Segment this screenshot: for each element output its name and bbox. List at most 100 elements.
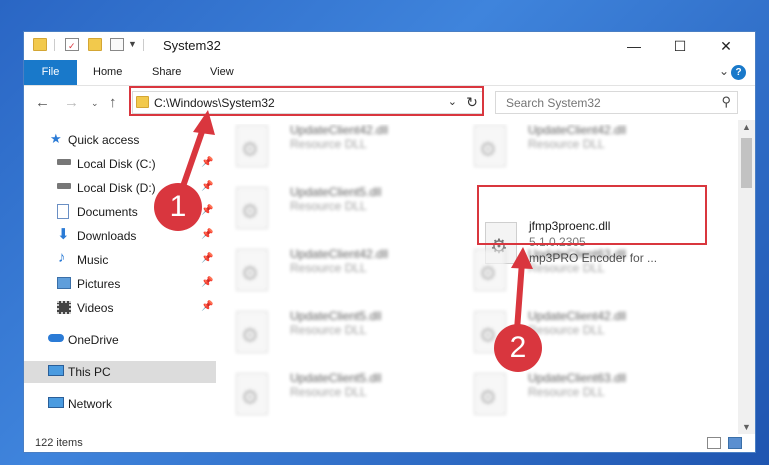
gear-icon: ⚙ [479, 387, 497, 409]
pin-icon: 📌 [201, 277, 214, 288]
sidebar-item-label: Pictures [77, 277, 121, 291]
file-description: Resource DLL [528, 323, 605, 337]
search-icon[interactable]: ⚲ [721, 94, 731, 110]
file-description: Resource DLL [290, 261, 367, 275]
dll-file-icon: ⚙ [474, 249, 506, 291]
sidebar-item-network[interactable]: Network [24, 393, 216, 415]
computer-icon [48, 365, 64, 376]
dll-file-icon: ⚙ [474, 373, 506, 415]
dll-file-icon: ⚙ [236, 373, 268, 415]
file-name: UpdateClient42.dll [528, 124, 627, 137]
dll-file-icon: ⚙ [236, 311, 268, 353]
back-button[interactable]: ← [35, 94, 50, 111]
file-item[interactable]: ⚙ UpdateClient42.dll Resource DLL [224, 124, 456, 170]
details-view-icon[interactable] [707, 437, 721, 449]
up-button[interactable]: ↑ [109, 94, 117, 111]
file-item[interactable]: ⚙ UpdateClient5.dll Resource DLL [224, 304, 456, 356]
large-icons-view-icon[interactable] [728, 437, 742, 449]
sidebar-item-this-pc[interactable]: This PC [24, 361, 216, 383]
file-name: UpdateClient63.dll [528, 247, 627, 261]
help-button[interactable]: ? [731, 65, 746, 80]
pictures-icon [57, 277, 71, 289]
drive-icon [57, 183, 71, 189]
gear-icon: ⚙ [241, 201, 259, 223]
music-icon: ♪ [58, 249, 66, 266]
file-description: Resource DLL [290, 323, 367, 337]
file-list: ⚙ UpdateClient42.dll Resource DLL ⚙ Upda… [224, 124, 734, 434]
scrollbar-thumb[interactable] [741, 138, 752, 188]
file-description: Resource DLL [528, 137, 605, 151]
properties-icon[interactable]: ✓ [65, 38, 79, 51]
sidebar-item-onedrive[interactable]: OneDrive [24, 329, 216, 351]
scroll-up-icon[interactable]: ▲ [742, 122, 751, 132]
sidebar-item-pictures[interactable]: Pictures 📌 [24, 273, 216, 295]
file-item[interactable]: ⚙ UpdateClient5.dll Resource DLL [224, 180, 456, 232]
file-item[interactable]: ⚙ UpdateClient63.dll Resource DLL [462, 242, 694, 294]
tab-home[interactable]: Home [93, 60, 122, 85]
expand-ribbon-icon[interactable]: ⌄ [719, 64, 729, 78]
tab-share[interactable]: Share [152, 60, 181, 85]
file-name: UpdateClient42.dll [528, 309, 627, 323]
file-name: UpdateClient5.dll [290, 185, 382, 199]
close-button[interactable]: ✕ [703, 32, 749, 60]
tab-view[interactable]: View [210, 60, 234, 85]
item-count: 122 items [35, 437, 83, 449]
star-icon: ★ [50, 131, 62, 146]
tab-file[interactable]: File [24, 60, 77, 85]
drive-icon [57, 159, 71, 165]
file-item[interactable]: ⚙ UpdateClient42.dll Resource DLL [462, 124, 694, 170]
pin-icon: 📌 [201, 301, 214, 312]
window-title: System32 [163, 38, 221, 53]
sidebar-item-label: Local Disk (D:) [77, 181, 156, 195]
customize-icon[interactable] [110, 38, 124, 51]
file-name: UpdateClient42.dll [290, 124, 389, 137]
scroll-down-icon[interactable]: ▼ [742, 422, 751, 432]
address-highlight-box [129, 86, 484, 116]
download-icon: ⬇ [57, 226, 70, 243]
sidebar-item-label: This PC [68, 365, 111, 379]
dll-file-icon: ⚙ [236, 249, 268, 291]
file-item[interactable]: ⚙ UpdateClient42.dll Resource DLL [224, 242, 456, 294]
sidebar-item-quick-access[interactable]: ★ Quick access [24, 129, 216, 151]
file-name: UpdateClient63.dll [528, 371, 627, 385]
gear-icon: ⚙ [479, 263, 497, 285]
documents-icon [57, 204, 69, 219]
sidebar-item-label: Local Disk (C:) [77, 157, 156, 171]
status-bar: 122 items [24, 434, 755, 452]
dll-file-icon: ⚙ [236, 125, 268, 167]
file-item[interactable]: ⚙ UpdateClient5.dll Resource DLL [224, 366, 456, 418]
forward-button[interactable]: → [64, 94, 79, 111]
sidebar-item-label: Videos [77, 301, 114, 315]
divider [54, 39, 55, 51]
title-bar: ✓ ▼ System32 — ☐ ✕ [24, 32, 755, 60]
vertical-scrollbar[interactable]: ▲ ▼ [738, 120, 755, 434]
videos-icon [57, 301, 71, 314]
sidebar-item-videos[interactable]: Videos 📌 [24, 297, 216, 319]
file-description: Resource DLL [290, 385, 367, 399]
navigation-pane: ★ Quick access Local Disk (C:) 📌 Local D… [24, 124, 216, 434]
minimize-button[interactable]: — [611, 32, 657, 60]
sidebar-item-local-disk-c[interactable]: Local Disk (C:) 📌 [24, 153, 216, 175]
maximize-button[interactable]: ☐ [657, 32, 703, 60]
gear-icon: ⚙ [479, 139, 497, 161]
sidebar-item-music[interactable]: ♪ Music 📌 [24, 249, 216, 271]
search-input[interactable] [504, 95, 708, 111]
file-description: Resource DLL [290, 137, 367, 151]
pin-icon: 📌 [201, 229, 214, 240]
pin-icon: 📌 [201, 181, 214, 192]
new-folder-icon[interactable] [88, 38, 102, 51]
file-highlight-box [477, 185, 707, 245]
sidebar-item-label: Quick access [68, 133, 140, 147]
gear-icon: ⚙ [241, 139, 259, 161]
sidebar-item-label: Downloads [77, 229, 137, 243]
gear-icon: ⚙ [241, 387, 259, 409]
recent-locations-icon[interactable]: ⌄ [91, 98, 99, 109]
pin-icon: 📌 [201, 253, 214, 264]
search-box[interactable]: ⚲ [495, 91, 738, 114]
file-item[interactable]: ⚙ UpdateClient63.dll Resource DLL [462, 366, 694, 418]
dll-file-icon: ⚙ [236, 187, 268, 229]
file-description: Resource DLL [290, 199, 367, 213]
file-name: UpdateClient5.dll [290, 371, 382, 385]
sidebar-item-label: Documents [77, 205, 138, 219]
chevron-down-icon[interactable]: ▼ [128, 39, 137, 49]
